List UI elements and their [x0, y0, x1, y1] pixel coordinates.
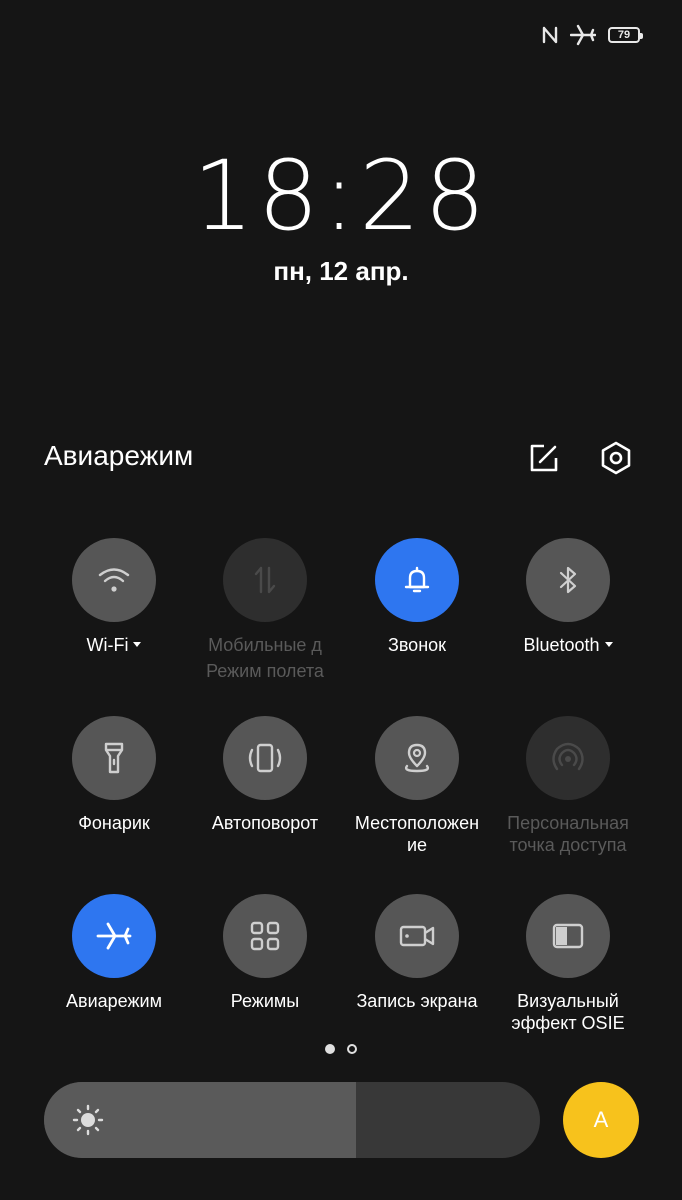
tile-auto-rotate-label: Автоповорот [211, 813, 319, 833]
lockscreen-date: пн, 12 апр. [273, 256, 409, 286]
tile-bluetooth[interactable]: Bluetooth [492, 538, 644, 656]
page-dot-2[interactable] [347, 1044, 357, 1054]
sun-icon [72, 1104, 104, 1136]
tile-ring-label: Звонок [387, 635, 447, 655]
airplane-status-icon [570, 24, 596, 46]
tile-wifi[interactable]: Wi-Fi [38, 538, 190, 656]
tile-auto-rotate[interactable]: Автоповорот [189, 716, 341, 834]
settings-button[interactable] [596, 438, 636, 478]
osie-icon [526, 894, 610, 978]
bell-icon [375, 538, 459, 622]
tile-location-label: Местоположен [354, 813, 480, 833]
tile-osie-label-line2: эффект OSIE [511, 1013, 625, 1033]
dropdown-caret-icon[interactable] [133, 641, 142, 647]
edit-icon [530, 444, 558, 472]
tile-ring[interactable]: Звонок [341, 538, 493, 656]
wifi-icon [72, 538, 156, 622]
bluetooth-icon [526, 538, 610, 622]
tile-flashlight-label: Фонарик [78, 813, 150, 833]
lockscreen-clock: 18:28 [192, 140, 490, 252]
tile-location-label-line2: ие [406, 835, 428, 855]
tile-wifi-label: Wi-Fi [86, 635, 129, 655]
nfc-icon [542, 25, 558, 45]
tile-mobile-data[interactable]: Мобильные д Режим полета [189, 538, 341, 682]
tile-location[interactable]: Местоположен ие [341, 716, 493, 856]
tile-modes[interactable]: Режимы [189, 894, 341, 1012]
mobile-data-icon [223, 538, 307, 622]
tile-airplane[interactable]: Авиарежим [38, 894, 190, 1012]
screen-record-icon [375, 894, 459, 978]
status-bar: 79 [542, 22, 643, 48]
airplane-icon [72, 894, 156, 978]
flashlight-icon [72, 716, 156, 800]
tile-hotspot[interactable]: Персональная точка доступа [492, 716, 644, 856]
quick-settings-title: Авиарежим [44, 440, 194, 471]
page-dot-1[interactable] [325, 1044, 335, 1054]
dropdown-caret-icon[interactable] [604, 641, 613, 647]
auto-brightness-label: A [593, 1107, 609, 1132]
battery-icon: 79 [608, 27, 643, 43]
tile-screen-record[interactable]: Запись экрана [341, 894, 493, 1012]
tile-osie-label: Визуальный [517, 991, 619, 1011]
battery-level: 79 [617, 29, 631, 41]
hotspot-icon [526, 716, 610, 800]
tile-screen-record-label: Запись экрана [356, 991, 478, 1011]
edit-button[interactable] [524, 438, 564, 478]
auto-rotate-icon [223, 716, 307, 800]
tile-hotspot-label-line2: точка доступа [509, 835, 627, 855]
tile-bluetooth-label: Bluetooth [523, 635, 600, 655]
page-indicator [0, 1044, 682, 1054]
modes-icon [223, 894, 307, 978]
settings-icon [601, 441, 631, 475]
tile-osie[interactable]: Визуальный эффект OSIE [492, 894, 644, 1034]
tile-mobile-data-sublabel: Режим полета [206, 661, 324, 681]
brightness-slider[interactable] [44, 1082, 540, 1158]
auto-brightness-button[interactable]: A [563, 1082, 639, 1158]
tile-airplane-label: Авиарежим [66, 991, 162, 1011]
location-icon [375, 716, 459, 800]
tile-modes-label: Режимы [230, 991, 300, 1011]
tile-hotspot-label: Персональная [507, 813, 629, 833]
tile-mobile-data-label: Мобильные д [208, 635, 322, 655]
tile-flashlight[interactable]: Фонарик [38, 716, 190, 834]
